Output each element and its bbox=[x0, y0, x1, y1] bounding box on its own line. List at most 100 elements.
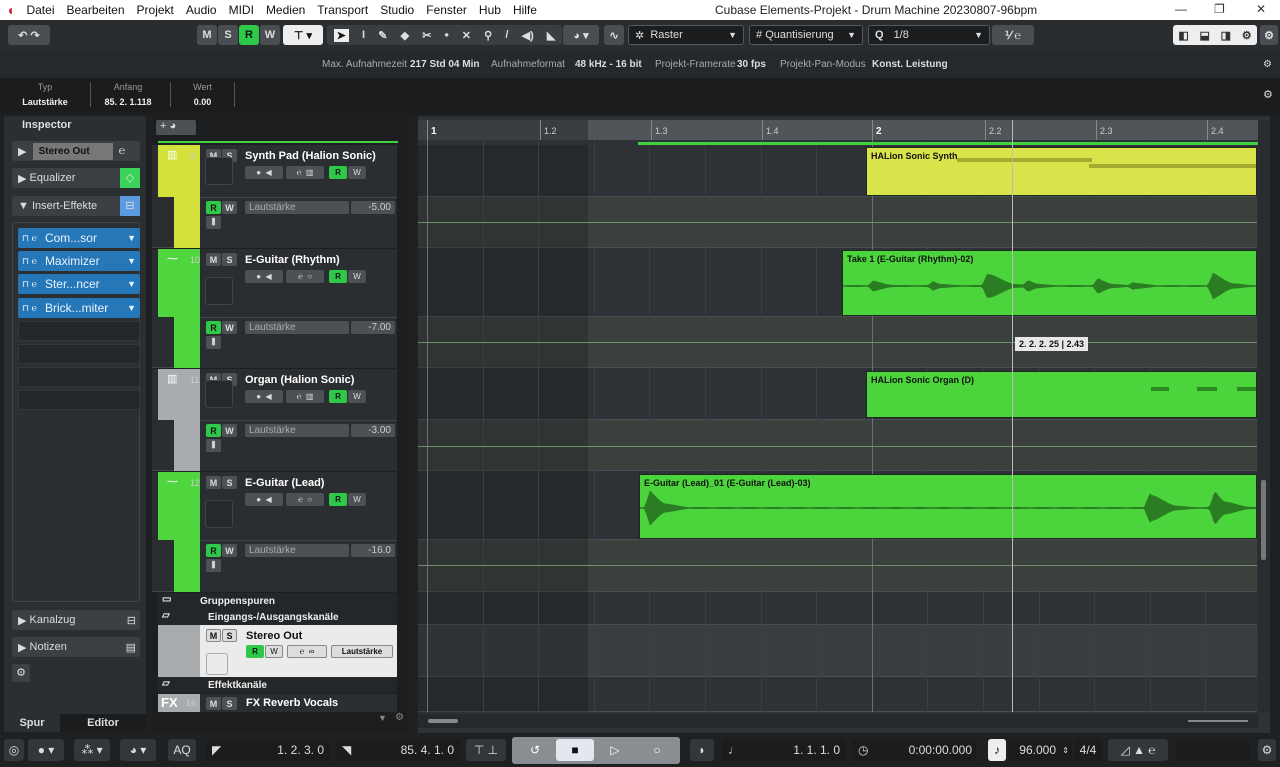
automation-write-button[interactable]: W bbox=[222, 321, 237, 334]
speaker-icon[interactable]: ◀) bbox=[522, 29, 534, 42]
insert-slot-5[interactable] bbox=[18, 321, 140, 341]
tab-editor[interactable]: Editor bbox=[60, 714, 146, 732]
channel-section[interactable]: ▶ Stereo Out ℮ bbox=[12, 141, 140, 161]
automation-value[interactable]: -16.0 bbox=[351, 544, 395, 557]
iterative-quantize-button[interactable]: ⅟ ℮ bbox=[992, 25, 1034, 45]
lower-zone-icon[interactable]: ⬓ bbox=[1199, 29, 1209, 42]
tool-buttons[interactable]: ➤ I ✎ ◆ ✂ ⬩ ✕ ⚲ / ◀) ◣ bbox=[327, 25, 562, 45]
layout-settings-icon[interactable]: ⚙ bbox=[1242, 29, 1252, 42]
stop-button[interactable]: ■ bbox=[556, 739, 594, 761]
value-value[interactable]: 0.00 bbox=[171, 97, 234, 107]
vertical-scrollbar[interactable] bbox=[1258, 120, 1270, 712]
insert-slot-6[interactable] bbox=[18, 344, 140, 364]
signature-field[interactable]: 4/4 bbox=[1074, 739, 1102, 761]
pointer-icon[interactable]: ➤ bbox=[333, 28, 349, 42]
track-name[interactable]: Stereo Out bbox=[246, 630, 302, 642]
toolbar-settings-icon[interactable]: ⚙ bbox=[1260, 25, 1278, 45]
event-audio[interactable]: Take 1 (E-Guitar (Rhythm)-02) bbox=[842, 250, 1257, 316]
insert-slot-3[interactable]: ⊓ ℮ Ster...ncer ▼ bbox=[18, 274, 140, 294]
auto-quantize-button[interactable]: AQ bbox=[168, 739, 196, 761]
menu-studio[interactable]: Studio bbox=[374, 3, 420, 17]
undo-redo-button[interactable]: ↶ ↷ bbox=[8, 25, 50, 45]
cycle-button[interactable]: ↺ bbox=[516, 739, 554, 761]
mute-tool-icon[interactable]: ✕ bbox=[462, 29, 471, 42]
automation-read-button[interactable]: R bbox=[206, 424, 221, 437]
track-10[interactable]: ⁓ 10 M S E-Guitar (Rhythm) ● ◀ ℮ ○ R W R… bbox=[152, 249, 397, 368]
automation-mode-button[interactable]: ⊤ ▾ bbox=[283, 25, 323, 45]
kanalzug-section[interactable]: ▶ Kanalzug ⊟ bbox=[12, 610, 140, 630]
automation-parameter[interactable]: Lautstärke bbox=[245, 424, 349, 437]
insert-bypass-icon[interactable]: ⊟ bbox=[120, 196, 140, 216]
automation-read-button[interactable]: R bbox=[206, 544, 221, 557]
record-monitor-buttons[interactable]: ● ◀ bbox=[245, 270, 283, 283]
track-name[interactable]: FX Reverb Vocals bbox=[246, 697, 338, 709]
right-zone-icon[interactable]: ◨ bbox=[1221, 29, 1231, 42]
automation-read-button[interactable]: R bbox=[206, 201, 221, 214]
menu-transport[interactable]: Transport bbox=[311, 3, 374, 17]
zoom-slider[interactable] bbox=[1188, 720, 1248, 722]
automation-value[interactable]: -7.00 bbox=[351, 321, 395, 334]
solo-button[interactable]: S bbox=[222, 476, 237, 489]
automation-menu-button[interactable]: ⦀ bbox=[206, 439, 221, 452]
menu-fenster[interactable]: Fenster bbox=[420, 3, 473, 17]
record-mode-button[interactable]: ● ▾ bbox=[28, 739, 64, 761]
left-locator[interactable]: ◤ 1. 2. 3. 0 bbox=[206, 739, 330, 761]
read-button[interactable]: R bbox=[329, 270, 347, 283]
eraser-icon[interactable]: ◆ bbox=[401, 29, 409, 42]
type-value[interactable]: Lautstärke bbox=[10, 97, 80, 107]
mute-button[interactable]: M bbox=[206, 629, 221, 642]
menu-audio[interactable]: Audio bbox=[180, 3, 223, 17]
read-button[interactable]: R bbox=[329, 166, 347, 179]
edit-buttons[interactable]: ℮ ▥ bbox=[286, 166, 324, 179]
color-icon[interactable]: ◣ bbox=[547, 29, 555, 42]
ruler[interactable]: 1 1.2 1.3 1.4 2 2.2 2.3 2.4 bbox=[418, 120, 1258, 140]
autoscroll-icon[interactable]: ∿ bbox=[604, 25, 624, 45]
automation-value[interactable]: -5.00 bbox=[351, 201, 395, 214]
solo-button[interactable]: S bbox=[222, 253, 237, 266]
edit-channel-buttons[interactable]: ℮ ∞ bbox=[287, 645, 327, 658]
infopanel-settings-icon[interactable]: ⚙ bbox=[1263, 88, 1273, 101]
automation-write-button[interactable]: W bbox=[222, 201, 237, 214]
eq-bypass-icon[interactable]: ◇ bbox=[120, 168, 140, 188]
raster-dropdown[interactable]: ✲ Raster ▼ bbox=[628, 25, 744, 45]
line-icon[interactable]: / bbox=[505, 29, 508, 41]
menu-bearbeiten[interactable]: Bearbeiten bbox=[60, 3, 130, 17]
menu-datei[interactable]: Datei bbox=[20, 3, 60, 17]
menu-medien[interactable]: Medien bbox=[260, 3, 311, 17]
inspector-settings-icon[interactable]: ⚙ bbox=[12, 664, 30, 682]
write-button[interactable]: W bbox=[348, 166, 366, 179]
menu-hilfe[interactable]: Hilfe bbox=[507, 3, 543, 17]
metronome-click-button[interactable]: ◗ bbox=[690, 739, 714, 761]
pan-mode[interactable]: Konst. Leistung bbox=[872, 59, 948, 70]
track-fx-reverb[interactable]: FX 16 M S FX Reverb Vocals bbox=[158, 694, 397, 712]
automation-parameter[interactable]: Lautstärke bbox=[245, 321, 349, 334]
track-9[interactable]: ▥ 9 M S Synth Pad (Halion Sonic) ● ◀ ℮ ▥… bbox=[152, 145, 397, 248]
midi-rec-mode-button[interactable]: ◕ ▾ bbox=[120, 739, 156, 761]
read-button[interactable]: R bbox=[246, 645, 264, 658]
zoom-icon[interactable]: ⚲ bbox=[484, 29, 492, 42]
scissors-icon[interactable]: ✂ bbox=[422, 29, 431, 42]
event-midi[interactable]: HALion Sonic Synth bbox=[866, 147, 1257, 196]
marker-field[interactable] bbox=[1176, 739, 1250, 761]
transport-settings-icon[interactable]: ⚙ bbox=[1258, 739, 1276, 761]
track-name[interactable]: Synth Pad (Halion Sonic) bbox=[245, 150, 376, 162]
edit-buttons[interactable]: ℮ ○ bbox=[286, 493, 324, 506]
secondary-time-display[interactable]: ◷ 0:00:00.000 bbox=[852, 739, 976, 761]
track-list-down-icon[interactable]: ▼ bbox=[378, 713, 387, 723]
edit-channel-icon[interactable]: ℮ bbox=[119, 145, 126, 157]
automation-write-button[interactable]: W bbox=[222, 424, 237, 437]
tempo-field[interactable]: 96.000 ⇕ bbox=[1008, 739, 1072, 761]
quantize-value-dropdown[interactable]: Q 1/8 ▼ bbox=[868, 25, 990, 45]
folder-io-channels[interactable]: ▱ Eingangs-/Ausgangskanäle bbox=[158, 609, 397, 625]
automation-parameter[interactable]: Lautstärke bbox=[331, 645, 393, 658]
folder-group-tracks[interactable]: ▭ Gruppenspuren bbox=[158, 593, 397, 609]
automation-read-button[interactable]: R bbox=[206, 321, 221, 334]
mute-button[interactable]: M bbox=[206, 253, 221, 266]
insert-slot-7[interactable] bbox=[18, 367, 140, 387]
quantize-dropdown[interactable]: # Quantisierung ▼ bbox=[749, 25, 863, 45]
automation-menu-button[interactable]: ⦀ bbox=[206, 336, 221, 349]
automation-menu-button[interactable]: ⦀ bbox=[206, 216, 221, 229]
play-button[interactable]: ▷ bbox=[596, 739, 634, 761]
read-button[interactable]: R bbox=[239, 25, 259, 45]
notizen-section[interactable]: ▶ Notizen ▤ bbox=[12, 637, 140, 657]
